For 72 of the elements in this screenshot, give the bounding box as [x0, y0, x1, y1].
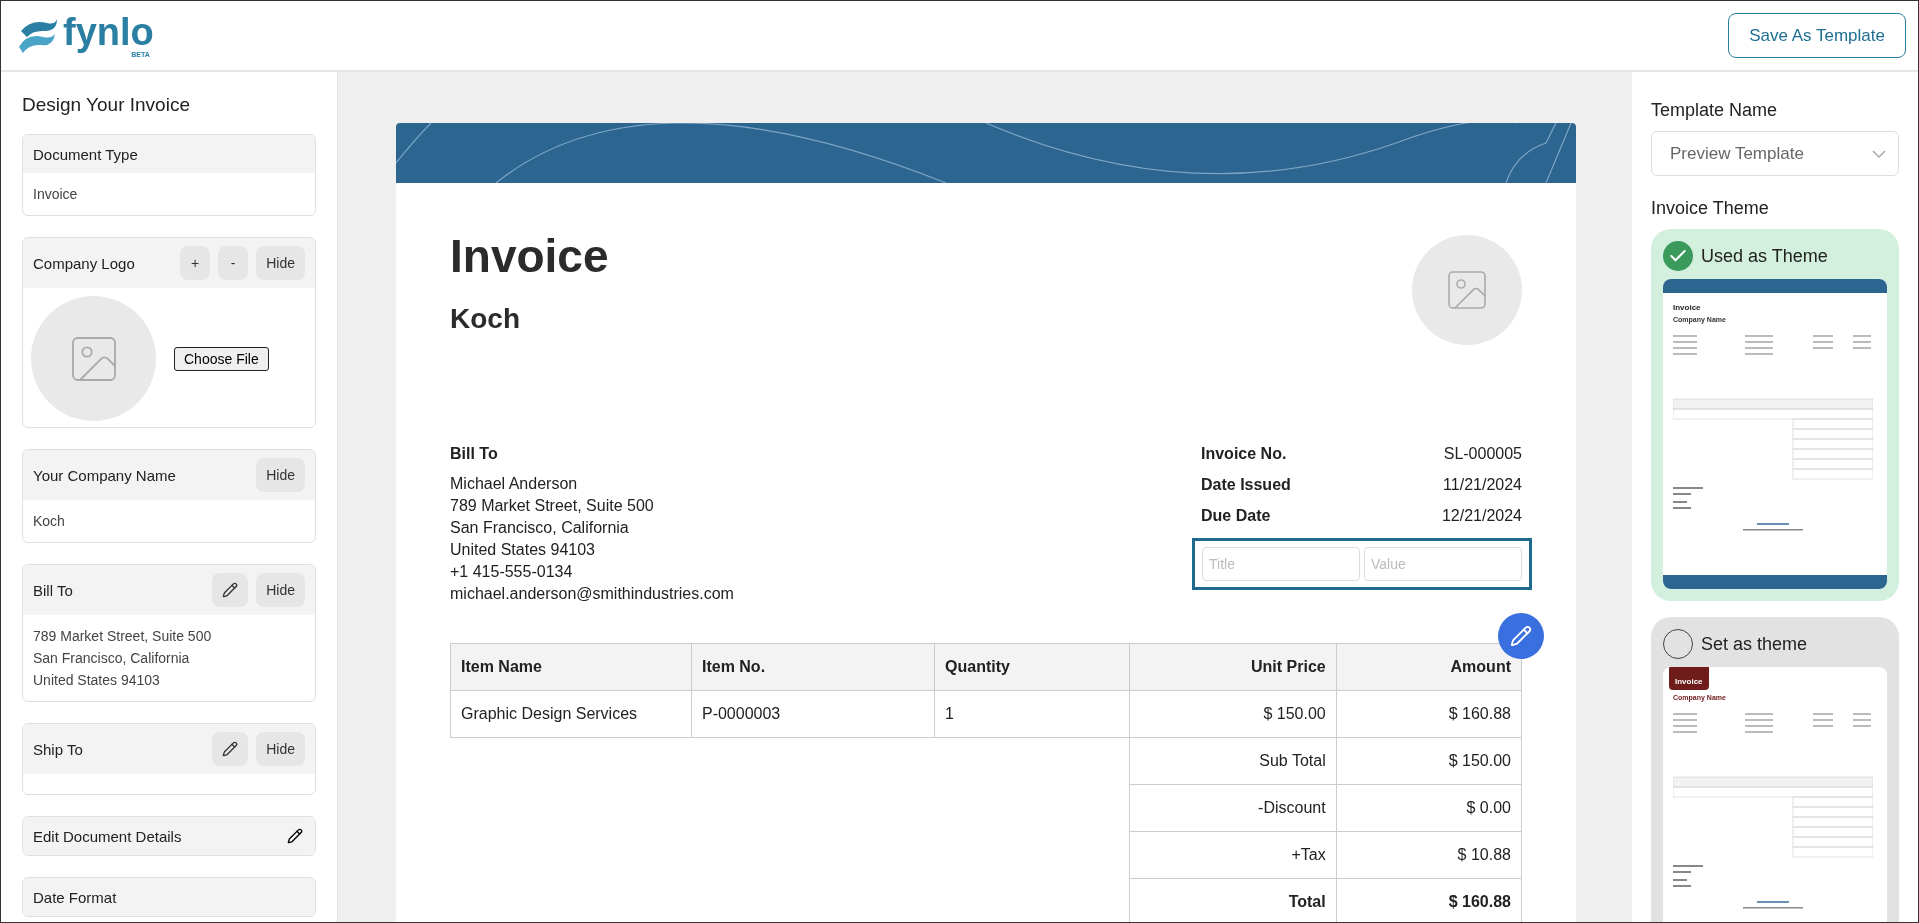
section-title: Document Type — [33, 145, 138, 163]
logo-wordmark: fynlo — [63, 12, 154, 51]
bill-to-line: +1 415-555-0134 — [450, 562, 574, 582]
title-input-field[interactable]: Title — [1202, 547, 1360, 581]
total-label-cell: Sub Total — [1129, 737, 1337, 785]
table-header-cell: Item No. — [691, 643, 935, 691]
section-title: Bill To — [33, 581, 73, 599]
preview-title: Invoice — [1669, 667, 1709, 690]
choose-file-button[interactable]: Choose File — [174, 346, 269, 371]
meta-value: 11/21/2024 — [1443, 476, 1522, 495]
table-cell: 1 — [934, 690, 1130, 738]
table-header-cell: Quantity — [934, 643, 1130, 691]
section-title: Date Format — [33, 888, 117, 906]
template-name-label: Template Name — [1651, 100, 1779, 121]
value-input-field[interactable]: Value — [1364, 547, 1522, 581]
section-action-button[interactable]: Hide — [256, 458, 305, 492]
meta-label: Due Date — [1201, 507, 1271, 526]
table-cell: $ 160.88 — [1336, 690, 1522, 738]
section-value: Koch — [33, 513, 65, 529]
pencil-icon — [1510, 625, 1532, 647]
invoice-title: Invoice — [450, 229, 609, 283]
theme-label: Used as Theme — [1701, 245, 1828, 267]
section-title: Edit Document Details — [33, 827, 182, 845]
bill-to-heading: Bill To — [450, 445, 499, 463]
table-header-cell: Unit Price — [1129, 643, 1337, 691]
pencil-icon — [222, 741, 239, 757]
total-label-cell: -Discount — [1129, 784, 1337, 832]
total-value-cell: $ 150.00 — [1336, 737, 1522, 785]
address-line: United States 94103 — [33, 671, 161, 690]
edit-button[interactable] — [212, 573, 249, 607]
section-title: Your Company Name — [33, 466, 176, 484]
bill-to-line: United States 94103 — [450, 540, 596, 560]
total-value-cell: $ 10.88 — [1336, 831, 1522, 879]
check-circle-icon[interactable] — [1663, 241, 1693, 271]
table-header-cell: Item Name — [450, 643, 692, 691]
theme-label: Set as theme — [1701, 633, 1808, 655]
meta-value: 12/21/2024 — [1441, 507, 1522, 526]
table-cell: Graphic Design Services — [450, 690, 692, 738]
template-select[interactable]: Preview Template — [1651, 131, 1899, 176]
meta-label: Date Issued — [1201, 476, 1291, 495]
total-label-cell: +Tax — [1129, 831, 1337, 879]
save-as-template-button[interactable]: Save As Template — [1728, 13, 1906, 58]
edit-button[interactable] — [212, 732, 249, 766]
meta-value: SL-000005 — [1443, 445, 1522, 464]
table-cell: $ 150.00 — [1129, 690, 1337, 738]
sidebar-title: Design Your Invoice — [22, 94, 191, 116]
bill-to-line: michael.anderson@smithindustries.com — [450, 584, 734, 604]
section-title: Ship To — [33, 740, 83, 758]
company-name: Koch — [450, 303, 521, 335]
section-action-button[interactable]: - — [218, 246, 249, 280]
bill-to-line: San Francisco, California — [450, 518, 630, 538]
edit-button[interactable] — [285, 826, 305, 846]
section-action-button[interactable]: + — [180, 246, 211, 280]
section-action-button[interactable]: Hide — [256, 573, 305, 607]
section-action-button[interactable]: Hide — [256, 732, 305, 766]
table-cell: P-0000003 — [691, 690, 935, 738]
address-line: San Francisco, California — [33, 649, 191, 668]
pencil-icon — [222, 582, 239, 598]
section-value: Invoice — [33, 186, 78, 202]
preview-title: Invoice — [1672, 302, 1702, 312]
address-line: 789 Market Street, Suite 500 — [33, 627, 213, 646]
edit-table-button[interactable] — [1498, 613, 1544, 659]
chevron-down-icon — [1872, 149, 1886, 158]
invoice-theme-label: Invoice Theme — [1651, 198, 1770, 219]
bill-to-line: Michael Anderson — [450, 474, 579, 494]
total-value-cell: $ 0.00 — [1336, 784, 1522, 832]
bill-to-line: 789 Market Street, Suite 500 — [450, 496, 655, 516]
pencil-icon — [287, 828, 303, 844]
table-header-cell: Amount — [1336, 643, 1522, 691]
section-action-button[interactable]: Hide — [256, 246, 305, 280]
section-title: Company Logo — [33, 254, 135, 272]
meta-label: Invoice No. — [1201, 445, 1287, 464]
